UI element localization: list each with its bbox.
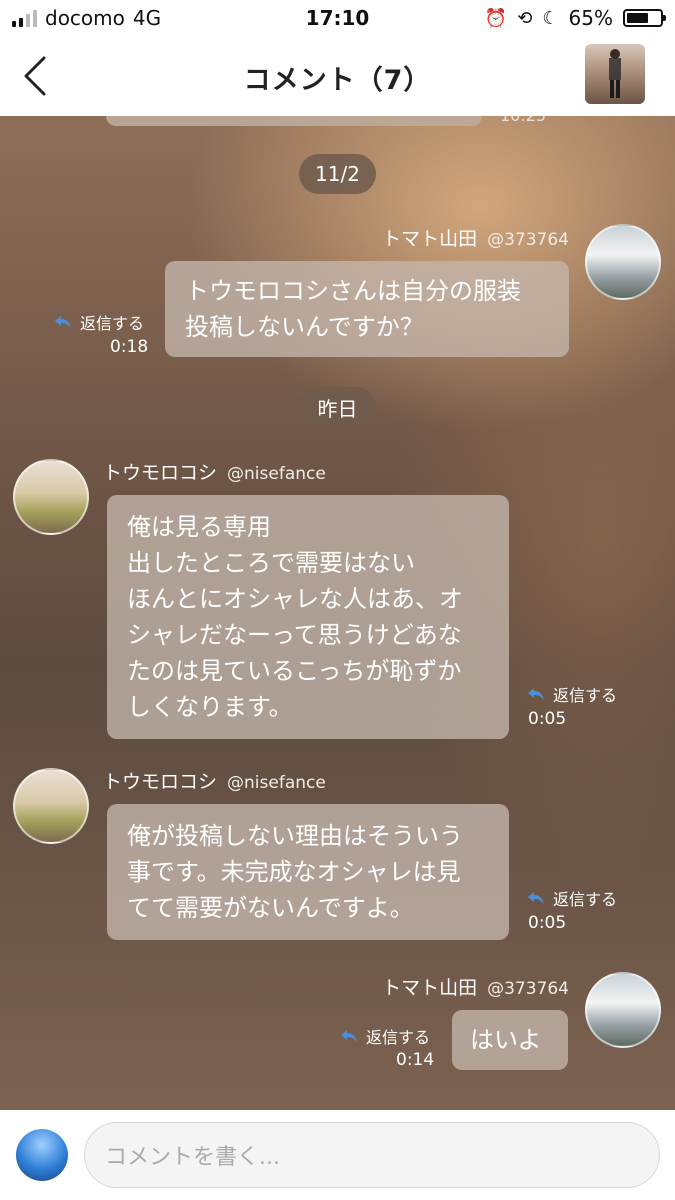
message-bubble: はいよ: [452, 1010, 568, 1070]
status-right: ⏰ ⟲ ☾ 65%: [484, 6, 666, 30]
message-line: ほんとにオシャレな人はあ、オ: [127, 585, 463, 613]
nav-bar: コメント（7）: [0, 36, 675, 116]
comment-input[interactable]: コメントを書く...: [84, 1122, 660, 1188]
status-bar: docomo 4G 17:10 ⏰ ⟲ ☾ 65%: [0, 0, 675, 36]
sender-name: トマト山田: [382, 977, 478, 999]
reply-arrow-icon: [528, 688, 544, 700]
sender-line: トウモロコシ @nisefance: [103, 767, 326, 794]
message-line: トウモロコシさんは自分の服装: [185, 277, 521, 305]
message-line: シャレだなーって思うけどあな: [127, 621, 462, 649]
post-thumbnail-image: [609, 49, 621, 98]
message-time: 0:14: [396, 1050, 435, 1070]
message-line: 事です。未完成なオシャレは見: [127, 858, 461, 886]
message-bubble: トウモロコシさんは自分の服装 投稿しないんですか？: [165, 261, 569, 357]
reply-button[interactable]: 返信する: [340, 1024, 430, 1048]
comment-composer: コメントを書く...: [0, 1110, 675, 1200]
reply-arrow-icon: [341, 1030, 357, 1042]
sender-handle: @373764: [487, 979, 569, 999]
message-line: はいよ: [470, 1026, 542, 1054]
avatar[interactable]: [585, 224, 661, 300]
sender-line: トウモロコシ @nisefance: [103, 458, 326, 485]
message-line: 俺は見る専用: [127, 513, 271, 541]
avatar[interactable]: [13, 459, 89, 535]
message-time: 0:05: [528, 913, 567, 933]
message-bubble: 俺は見る専用 出したところで需要はない ほんとにオシャレな人はあ、オ シャレだな…: [107, 495, 509, 739]
page-title: コメント（7）: [243, 65, 432, 96]
comment-thread[interactable]: 10:25 11/2 トマト山田 @373764 トウモロコシさんは自分の服装 投…: [0, 116, 675, 1110]
reply-button[interactable]: 返信する: [54, 310, 144, 334]
sender-handle: @373764: [487, 230, 569, 250]
message-line: 投稿しないんですか？: [185, 313, 424, 341]
reply-label: 返信する: [366, 1028, 431, 1047]
sender-name: トウモロコシ: [103, 462, 218, 484]
avatar: [16, 1129, 68, 1181]
message-line: しくなります。: [127, 693, 293, 721]
reply-label: 返信する: [553, 890, 618, 909]
sender-line: トマト山田 @373764: [382, 224, 569, 251]
message-bubble: 俺が投稿しない理由はそういう 事です。未完成なオシャレは見 てて需要がないんです…: [107, 804, 509, 940]
sender-line: トマト山田 @373764: [382, 973, 569, 1000]
message-line: たのは見ているこっちが恥ずか: [127, 657, 462, 685]
message-time: 0:18: [110, 337, 149, 357]
post-thumbnail[interactable]: [585, 44, 645, 104]
avatar[interactable]: [585, 972, 661, 1048]
previous-message-bubble: [106, 116, 482, 126]
battery-percent: 65%: [568, 6, 613, 30]
battery-icon: [623, 9, 666, 27]
date-separator: 11/2: [299, 154, 376, 194]
message-time: 0:05: [528, 709, 567, 729]
alarm-icon: ⏰: [484, 7, 508, 29]
message-line: てて需要がないんですよ。: [127, 894, 414, 922]
reply-label: 返信する: [80, 314, 145, 333]
previous-message-time: 10:25: [500, 116, 546, 125]
reply-button[interactable]: 返信する: [527, 886, 617, 910]
date-separator: 昨日: [299, 387, 376, 427]
reply-button[interactable]: 返信する: [527, 682, 617, 706]
reply-label: 返信する: [553, 686, 618, 705]
sender-handle: @nisefance: [227, 464, 326, 484]
sender-name: トマト山田: [382, 228, 478, 250]
message-line: 俺が投稿しない理由はそういう: [127, 822, 463, 850]
rotation-lock-icon: ⟲: [517, 7, 533, 29]
reply-arrow-icon: [528, 892, 544, 904]
sender-handle: @nisefance: [227, 773, 326, 793]
sender-name: トウモロコシ: [103, 771, 218, 793]
reply-arrow-icon: [55, 316, 71, 328]
moon-icon: ☾: [542, 7, 559, 29]
avatar[interactable]: [13, 768, 89, 844]
battery-fill: [627, 13, 648, 23]
message-line: 出したところで需要はない: [127, 549, 415, 577]
